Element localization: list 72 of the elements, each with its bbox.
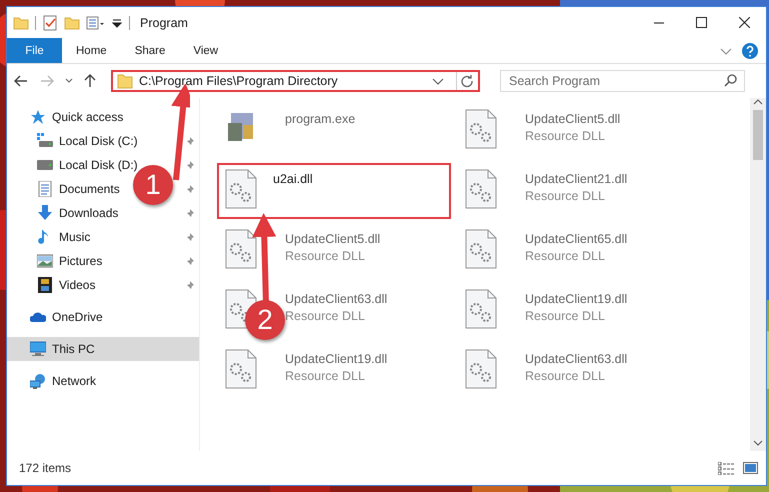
- file-type: Resource DLL: [525, 129, 606, 143]
- nav-item[interactable]: Network: [52, 374, 96, 388]
- file-name[interactable]: UpdateClient63.dll: [285, 292, 388, 306]
- help-icon[interactable]: [742, 42, 758, 58]
- nav-item[interactable]: Music: [59, 230, 90, 244]
- gear-file-icon: [465, 169, 497, 209]
- film-icon: [37, 277, 53, 293]
- monitor-icon: [30, 341, 46, 357]
- nav-item[interactable]: This PC: [7, 337, 199, 361]
- file-name[interactable]: UpdateClient21.dll: [525, 172, 628, 186]
- folder-icon: [117, 73, 133, 89]
- file-tab[interactable]: File: [7, 38, 62, 63]
- gear-file-icon: [225, 169, 257, 209]
- file-name[interactable]: UpdateClient5.dll: [525, 112, 620, 126]
- file-name[interactable]: UpdateClient65.dll: [525, 232, 628, 246]
- scrollbar-thumb[interactable]: [753, 110, 763, 160]
- drive-icon: [37, 157, 53, 173]
- file-type: Resource DLL: [285, 369, 366, 383]
- gear-file-icon: [225, 349, 257, 389]
- close-icon[interactable]: [739, 16, 750, 28]
- gear-file-icon: [465, 349, 497, 389]
- gear-file-icon: [465, 229, 497, 269]
- file-name[interactable]: program.exe: [285, 112, 356, 126]
- up-arrow-icon[interactable]: [83, 73, 97, 89]
- nav-item[interactable]: Pictures: [59, 254, 102, 268]
- ribbon-tab[interactable]: Share: [120, 38, 180, 63]
- properties-icon[interactable]: [86, 14, 105, 30]
- window-title: Program: [140, 16, 188, 30]
- file-type: Resource DLL: [285, 249, 366, 263]
- maximize-icon[interactable]: [696, 16, 707, 28]
- scroll-up-icon[interactable]: [753, 98, 763, 106]
- down-arrow-icon: [37, 205, 53, 221]
- gear-file-icon: [465, 289, 497, 329]
- nav-item[interactable]: Documents: [59, 182, 120, 196]
- drive-icon: [37, 133, 53, 149]
- nav-item[interactable]: Quick access: [52, 110, 124, 124]
- search-field[interactable]: Search Program: [500, 70, 745, 92]
- star-icon: [30, 109, 46, 125]
- file-type: Resource DLL: [525, 189, 606, 203]
- back-arrow-icon[interactable]: [13, 74, 29, 88]
- nav-item[interactable]: Local Disk (C:): [59, 134, 138, 148]
- file-name[interactable]: UpdateClient19.dll: [525, 292, 628, 306]
- address-bar[interactable]: C:\Program Files\Program Directory: [111, 70, 480, 92]
- file-name[interactable]: u2ai.dll: [273, 172, 313, 186]
- file-type: Resource DLL: [285, 309, 366, 323]
- refresh-icon[interactable]: [461, 74, 474, 88]
- chevron-down-icon[interactable]: [720, 46, 732, 56]
- item-count: 172 items: [19, 461, 72, 475]
- file-name[interactable]: UpdateClient5.dll: [285, 232, 380, 246]
- chevron-down-icon[interactable]: [65, 77, 73, 85]
- chevron-down-icon[interactable]: [432, 76, 444, 86]
- file-type: Resource DLL: [525, 309, 606, 323]
- scroll-down-icon[interactable]: [753, 439, 763, 447]
- file-name[interactable]: UpdateClient63.dll: [525, 352, 628, 366]
- folder-icon: [13, 14, 29, 30]
- nav-item[interactable]: Videos: [59, 278, 96, 292]
- document-icon: [37, 181, 53, 197]
- large-icons-view-icon[interactable]: [743, 462, 758, 474]
- search-icon: [724, 74, 737, 87]
- checklist-icon[interactable]: [42, 14, 58, 30]
- file-type: Resource DLL: [525, 249, 606, 263]
- nav-item[interactable]: OneDrive: [52, 310, 103, 324]
- ribbon-tab[interactable]: View: [179, 38, 232, 63]
- file-name[interactable]: UpdateClient19.dll: [285, 352, 388, 366]
- details-view-icon[interactable]: [718, 462, 735, 474]
- file-type: Resource DLL: [525, 369, 606, 383]
- nav-item[interactable]: Downloads: [59, 206, 118, 220]
- gear-file-icon: [465, 109, 497, 149]
- picture-icon: [37, 253, 53, 269]
- gear-file-icon: [225, 229, 257, 269]
- network-icon: [30, 373, 46, 389]
- ribbon-tab[interactable]: Home: [62, 38, 121, 63]
